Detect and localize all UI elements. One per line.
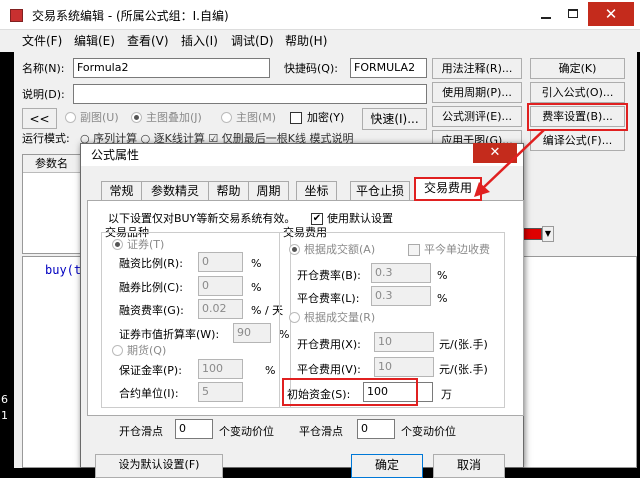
annotation-arrow — [474, 129, 545, 197]
